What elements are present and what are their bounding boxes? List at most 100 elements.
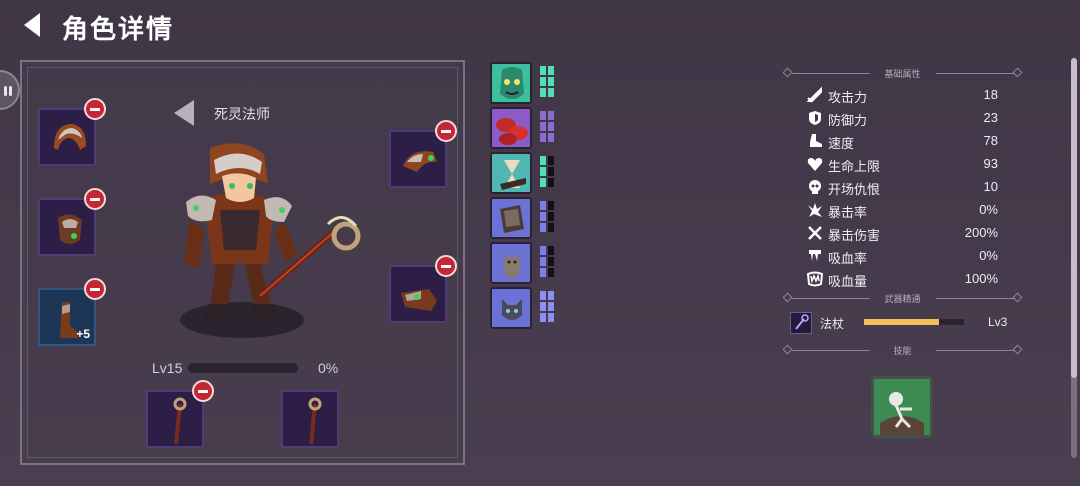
skill-pip: [540, 212, 546, 221]
remove-boots-button[interactable]: [84, 278, 106, 300]
skull-icon: [809, 180, 821, 194]
skill-row[interactable]: [490, 197, 560, 241]
section-title: 技能: [893, 346, 912, 356]
weapon-name: 法杖: [820, 317, 845, 331]
skill-pip: [548, 313, 554, 322]
skill-pip: [548, 178, 554, 187]
skill-pip: [540, 111, 546, 120]
equip-slot-weapon-2[interactable]: [281, 390, 339, 448]
section-title: 武器精通: [884, 294, 921, 304]
weapon-mastery-row: 法杖 Lv3: [790, 312, 1020, 334]
skill-pip: [540, 257, 546, 266]
section-header-weapon-mastery: 武器精通: [780, 290, 1025, 306]
remove-helmet-button[interactable]: [84, 98, 106, 120]
side-menu-tab[interactable]: [0, 70, 20, 110]
skill-row[interactable]: [490, 287, 560, 331]
spellbook-icon[interactable]: [490, 197, 532, 239]
wolf-icon[interactable]: [490, 287, 532, 329]
skill-pip: [540, 268, 546, 277]
remove-shoulder-button[interactable]: [435, 120, 457, 142]
skill-pip: [540, 302, 546, 311]
upgrade-level-badge: +5: [76, 327, 90, 341]
skill-pip: [540, 201, 546, 210]
skill-pip: [548, 246, 554, 255]
stats-panel: 基础属性 攻击力 18 防御力 23 速度 78 生命上限 93 开场仇恨 10 暴击率 0…: [780, 62, 1025, 472]
stat-row-speed: 速度 78: [806, 131, 998, 151]
skill-level-pips: [540, 201, 556, 235]
skill-level-pips: [540, 246, 556, 280]
skill-pip: [548, 111, 554, 120]
xp-percent: 0%: [318, 360, 339, 376]
staff-mastery-icon: [790, 312, 812, 334]
skill-pip: [548, 156, 554, 165]
skill-pip: [540, 223, 546, 232]
skill-row[interactable]: [490, 242, 560, 286]
stat-row-crit-damage: 暴击伤害 200%: [806, 223, 998, 243]
skill-level-pips: [540, 66, 556, 100]
character-level: Lv15: [152, 360, 183, 376]
heart-icon: [807, 158, 823, 171]
skill-pip: [548, 88, 554, 97]
red-coins-icon[interactable]: [490, 107, 532, 149]
skill-pip: [540, 88, 546, 97]
remove-weapon-1-button[interactable]: [192, 380, 214, 402]
skill-pip: [548, 66, 554, 75]
skill-pip: [540, 246, 546, 255]
necromancer-character-image: [180, 143, 361, 338]
remove-mask-button[interactable]: [84, 188, 106, 210]
weapon-mastery-bar: [864, 319, 964, 325]
top-bar: 角色详情: [0, 0, 1080, 50]
skill-pip: [540, 122, 546, 131]
back-arrow-icon[interactable]: [18, 10, 48, 40]
sword-icon: [806, 86, 822, 103]
page-title: 角色详情: [62, 14, 175, 44]
skill-pip: [548, 302, 554, 311]
stat-row-threat: 开场仇恨 10: [806, 177, 998, 197]
section-title: 基础属性: [884, 69, 921, 79]
stat-row-attack: 攻击力 18: [806, 85, 998, 105]
skill-pip: [548, 291, 554, 300]
skill-pip: [540, 77, 546, 86]
shield-icon: [809, 111, 821, 125]
skill-pip: [540, 167, 546, 176]
section-header-basic-stats: 基础属性: [780, 65, 1025, 81]
prev-class-button[interactable]: [172, 98, 196, 133]
hourglass-icon[interactable]: [490, 152, 532, 194]
skill-pip: [548, 122, 554, 131]
skill-pip: [548, 268, 554, 277]
scrollbar-thumb[interactable]: [1071, 58, 1077, 378]
skill-pip: [540, 178, 546, 187]
skill-pip: [548, 133, 554, 142]
cat-statue-icon[interactable]: [490, 242, 532, 284]
skill-pip: [540, 66, 546, 75]
scrollbar[interactable]: [1071, 58, 1077, 458]
section-header-skills: 技能: [780, 342, 1025, 358]
skill-row[interactable]: [490, 152, 560, 196]
xp-progress-bar: [188, 363, 298, 373]
skill-level-pips: [540, 111, 556, 145]
skill-pip: [548, 212, 554, 221]
skill-pip: [540, 133, 546, 142]
weapon-mastery-level: Lv3: [988, 315, 1008, 329]
skill-pip: [548, 201, 554, 210]
teeth-icon: [806, 271, 824, 287]
skill-pip: [540, 291, 546, 300]
fang-icon: [809, 250, 821, 261]
skill-pip: [548, 223, 554, 232]
skill-row[interactable]: [490, 62, 560, 106]
stat-row-max-hp: 生命上限 93: [806, 154, 998, 174]
more-icon: [4, 86, 12, 96]
skeleton-skill-icon[interactable]: [871, 376, 933, 438]
class-name: 死灵法师: [214, 106, 270, 122]
left-triangle-icon: [174, 100, 194, 126]
boot-icon: [810, 134, 822, 147]
stat-row-lifesteal-rate: 吸血率 0%: [806, 246, 998, 266]
skill-level-pips: [540, 291, 556, 325]
staff-icon: [308, 397, 322, 445]
skill-pip: [548, 77, 554, 86]
skill-row[interactable]: [490, 107, 560, 151]
remove-gauntlet-button[interactable]: [435, 255, 457, 277]
skill-pip: [548, 257, 554, 266]
skill-pip: [540, 156, 546, 165]
witch-face-icon[interactable]: [490, 62, 532, 104]
